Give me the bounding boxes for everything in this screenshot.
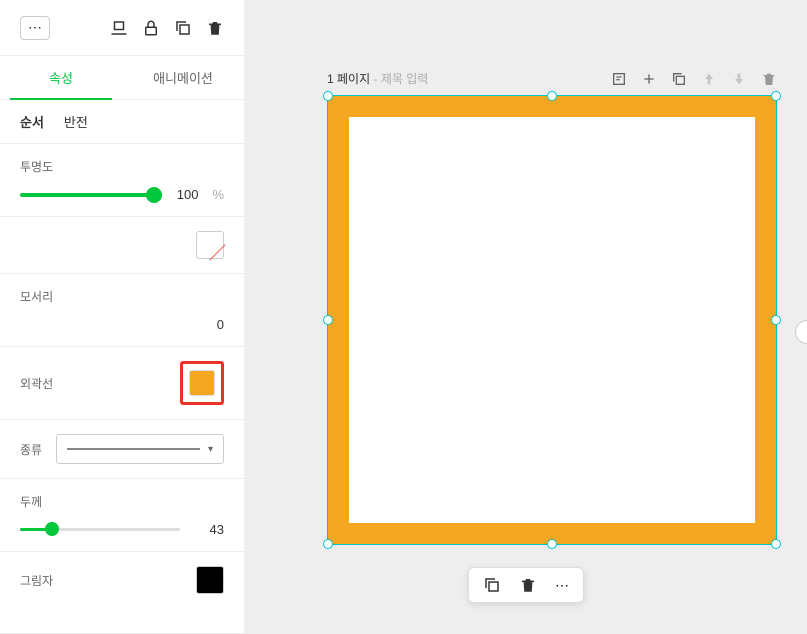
trash-icon[interactable] bbox=[206, 19, 224, 37]
resize-handle-br[interactable] bbox=[771, 539, 781, 549]
shadow-color-picker[interactable] bbox=[196, 566, 224, 594]
page-title-placeholder[interactable]: - 제목 입력 bbox=[373, 72, 428, 86]
resize-handle-tr[interactable] bbox=[771, 91, 781, 101]
resize-handle-ml[interactable] bbox=[323, 315, 333, 325]
duplicate-page-icon[interactable] bbox=[671, 71, 687, 87]
subtab-order[interactable]: 순서 bbox=[20, 112, 44, 131]
line-type-select[interactable]: ▾ bbox=[56, 434, 224, 464]
opacity-value: 100 bbox=[168, 187, 198, 202]
tab-animation[interactable]: 애니메이션 bbox=[122, 56, 244, 99]
outline-label: 외곽선 bbox=[20, 375, 53, 392]
move-up-icon bbox=[701, 71, 717, 87]
fill-color-none[interactable] bbox=[196, 231, 224, 259]
more-button[interactable]: ⋯ bbox=[20, 16, 50, 40]
resize-handle-mr[interactable] bbox=[771, 315, 781, 325]
ctx-copy-icon[interactable] bbox=[483, 576, 501, 594]
outline-color-swatch bbox=[189, 370, 215, 396]
tab-attributes[interactable]: 속성 bbox=[0, 56, 122, 99]
align-icon[interactable] bbox=[110, 19, 128, 37]
opacity-unit: % bbox=[212, 187, 224, 202]
line-preview bbox=[67, 448, 200, 450]
selected-shape[interactable] bbox=[327, 95, 777, 545]
add-page-icon[interactable] bbox=[641, 71, 657, 87]
copy-icon[interactable] bbox=[174, 19, 192, 37]
thickness-slider[interactable] bbox=[20, 528, 180, 531]
corner-label: 모서리 bbox=[20, 288, 224, 305]
opacity-slider[interactable] bbox=[20, 193, 154, 197]
page-number: 1 페이지 bbox=[327, 72, 370, 86]
side-panel-toggle[interactable] bbox=[795, 320, 807, 344]
resize-handle-tl[interactable] bbox=[323, 91, 333, 101]
move-down-icon bbox=[731, 71, 747, 87]
thickness-label: 두께 bbox=[20, 493, 224, 510]
subtab-flip[interactable]: 반전 bbox=[64, 112, 88, 131]
ctx-more-icon[interactable]: ⋯ bbox=[555, 576, 569, 594]
thickness-value: 43 bbox=[194, 522, 224, 537]
opacity-label: 투명도 bbox=[20, 158, 224, 175]
note-icon[interactable] bbox=[611, 71, 627, 87]
shadow-label: 그림자 bbox=[20, 572, 53, 589]
chevron-down-icon: ▾ bbox=[208, 444, 213, 455]
resize-handle-bl[interactable] bbox=[323, 539, 333, 549]
lock-icon[interactable] bbox=[142, 19, 160, 37]
resize-handle-bm[interactable] bbox=[547, 539, 557, 549]
corner-value: 0 bbox=[194, 317, 224, 332]
outline-color-picker[interactable] bbox=[180, 361, 224, 405]
ctx-trash-icon[interactable] bbox=[519, 576, 537, 594]
resize-handle-tm[interactable] bbox=[547, 91, 557, 101]
thickness-handle[interactable] bbox=[45, 522, 59, 536]
type-label: 종류 bbox=[20, 441, 42, 458]
context-toolbar: ⋯ bbox=[468, 567, 584, 603]
opacity-handle[interactable] bbox=[146, 187, 162, 203]
delete-page-icon[interactable] bbox=[761, 71, 777, 87]
